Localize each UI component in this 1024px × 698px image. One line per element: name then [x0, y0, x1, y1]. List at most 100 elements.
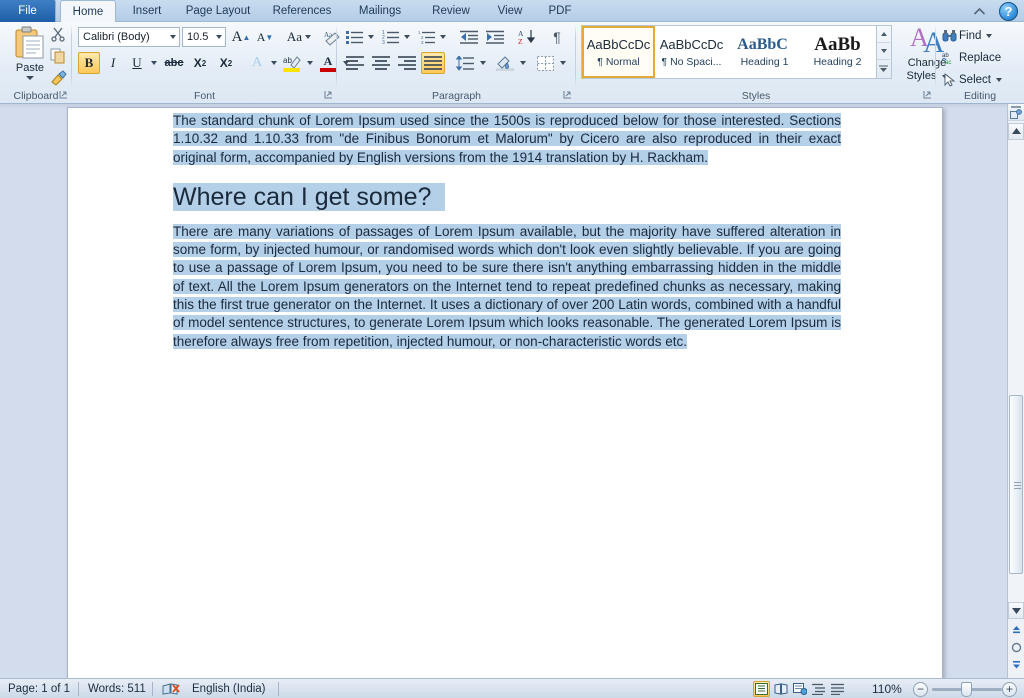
format-painter-button[interactable]	[50, 70, 68, 87]
shading-button[interactable]	[493, 52, 517, 74]
web-layout-view-button[interactable]	[791, 681, 808, 697]
bullets-dropdown[interactable]	[365, 26, 376, 48]
multilevel-list-dropdown[interactable]	[437, 26, 448, 48]
replace-button[interactable]: ab ac Replace	[940, 48, 1001, 67]
increase-indent-button[interactable]	[483, 26, 507, 48]
borders-button[interactable]	[533, 52, 557, 74]
paragraph-1[interactable]: The standard chunk of Lorem Ipsum used s…	[173, 112, 841, 167]
shrink-font-button[interactable]: A ▼	[254, 26, 276, 48]
numbering-dropdown[interactable]	[401, 26, 412, 48]
paragraph-dialog-launcher[interactable]	[563, 90, 572, 101]
zoom-level-label[interactable]: 110%	[872, 679, 902, 698]
status-proofing-button[interactable]	[162, 679, 180, 698]
style-sample: AaBbCcDc	[586, 37, 651, 52]
strikethrough-button[interactable]: abc	[162, 52, 186, 74]
font-dialog-launcher[interactable]	[324, 90, 333, 101]
subscript-button[interactable]: X2	[188, 52, 212, 74]
print-layout-view-button[interactable]	[753, 681, 770, 697]
shading-dropdown[interactable]	[517, 52, 528, 74]
dialog-launcher-icon	[563, 91, 571, 99]
text-effects-dropdown[interactable]	[268, 52, 279, 74]
superscript-button[interactable]: X2	[214, 52, 238, 74]
tab-references[interactable]: References	[262, 0, 342, 22]
clipboard-dialog-launcher[interactable]	[59, 90, 68, 101]
styles-more-button[interactable]	[877, 60, 890, 77]
multilevel-list-button[interactable]: 123	[415, 26, 437, 48]
underline-dropdown[interactable]	[148, 52, 159, 74]
align-center-button[interactable]	[369, 52, 393, 74]
tab-page-layout[interactable]: Page Layout	[176, 0, 260, 22]
next-page-button[interactable]	[1009, 656, 1024, 672]
minimize-ribbon-button[interactable]	[971, 3, 988, 19]
full-screen-reading-view-button[interactable]	[772, 681, 789, 697]
select-browse-object-button[interactable]	[1009, 639, 1024, 655]
highlight-dropdown[interactable]	[304, 52, 315, 74]
styles-scroll-down-button[interactable]	[877, 43, 890, 60]
paste-icon[interactable]	[14, 26, 46, 60]
vertical-scrollbar[interactable]	[1007, 104, 1024, 678]
styles-gallery-scrollbar[interactable]	[877, 25, 892, 79]
tab-file[interactable]: File	[0, 0, 56, 22]
align-left-button[interactable]	[343, 52, 367, 74]
cut-button[interactable]	[50, 26, 68, 43]
heading-where-can-i-get-some[interactable]: Where can I get some?	[173, 180, 841, 214]
style-item-heading-1[interactable]: AaBbC Heading 1	[728, 26, 801, 78]
underline-button[interactable]: U	[126, 52, 148, 74]
scroll-down-button[interactable]	[1008, 602, 1024, 619]
outline-view-button[interactable]	[810, 681, 827, 697]
document-text-body[interactable]: The standard chunk of Lorem Ipsum used s…	[173, 112, 841, 351]
copy-button[interactable]	[50, 48, 68, 65]
tab-view[interactable]: View	[486, 0, 534, 22]
group-font: Calibri (Body) 10.5 A ▲ A ▼ Aa Aa B I U …	[72, 22, 340, 103]
scrollbar-split-box[interactable]	[1008, 104, 1024, 121]
tab-pdf[interactable]: PDF	[538, 0, 582, 22]
paste-dropdown-arrow[interactable]	[26, 76, 34, 80]
tab-home[interactable]: Home	[60, 0, 116, 23]
align-right-button[interactable]	[395, 52, 419, 74]
tab-mailings[interactable]: Mailings	[344, 0, 416, 22]
scrollbar-thumb[interactable]	[1009, 395, 1023, 574]
help-button[interactable]: ?	[999, 2, 1018, 21]
status-language[interactable]: English (India)	[192, 679, 266, 698]
select-button[interactable]: Select	[940, 70, 1002, 89]
change-case-button[interactable]: Aa	[284, 26, 314, 48]
document-work-area: The standard chunk of Lorem Ipsum used s…	[0, 104, 1024, 698]
bold-button[interactable]: B	[78, 52, 100, 74]
draft-view-button[interactable]	[829, 681, 846, 697]
scrollbar-track[interactable]	[1008, 140, 1024, 602]
document-page[interactable]: The standard chunk of Lorem Ipsum used s…	[67, 107, 943, 698]
decrease-indent-button[interactable]	[457, 26, 481, 48]
line-spacing-button[interactable]	[453, 52, 477, 74]
scroll-up-button[interactable]	[1008, 123, 1024, 140]
text-highlight-button[interactable]: ab	[280, 52, 304, 74]
paste-button-label[interactable]: Paste	[4, 62, 56, 74]
styles-scroll-up-button[interactable]	[877, 26, 890, 43]
font-size-combo[interactable]: 10.5	[182, 27, 226, 47]
justify-button[interactable]	[421, 52, 445, 74]
bullets-button[interactable]	[343, 26, 365, 48]
italic-button[interactable]: I	[102, 52, 124, 74]
paragraph-2[interactable]: There are many variations of passages of…	[173, 223, 841, 351]
borders-dropdown[interactable]	[557, 52, 568, 74]
line-spacing-dropdown[interactable]	[477, 52, 488, 74]
previous-page-button[interactable]	[1009, 622, 1024, 638]
status-page-indicator[interactable]: Page: 1 of 1	[8, 679, 70, 698]
zoom-out-button[interactable]: −	[913, 682, 928, 697]
zoom-slider-knob[interactable]	[961, 682, 972, 697]
status-word-count[interactable]: Words: 511	[88, 679, 146, 698]
split-handle-icon[interactable]	[1011, 106, 1021, 108]
font-name-combo[interactable]: Calibri (Body)	[78, 27, 180, 47]
styles-dialog-launcher[interactable]	[923, 90, 932, 101]
show-formatting-marks-button[interactable]: ¶	[545, 26, 569, 48]
tab-insert[interactable]: Insert	[120, 0, 174, 22]
numbering-button[interactable]: 123	[379, 26, 401, 48]
find-button[interactable]: Find	[940, 26, 993, 45]
text-effects-button[interactable]: A	[246, 52, 268, 74]
zoom-in-button[interactable]: +	[1002, 682, 1017, 697]
style-item-heading-2[interactable]: AaBb Heading 2	[801, 26, 874, 78]
tab-review[interactable]: Review	[420, 0, 482, 22]
style-item-no-spacing[interactable]: AaBbCcDc ¶ No Spaci...	[655, 26, 728, 78]
style-item-normal[interactable]: AaBbCcDc ¶ Normal	[582, 26, 655, 78]
sort-button[interactable]: A Z	[515, 26, 539, 48]
grow-font-button[interactable]: A ▲	[230, 26, 252, 48]
